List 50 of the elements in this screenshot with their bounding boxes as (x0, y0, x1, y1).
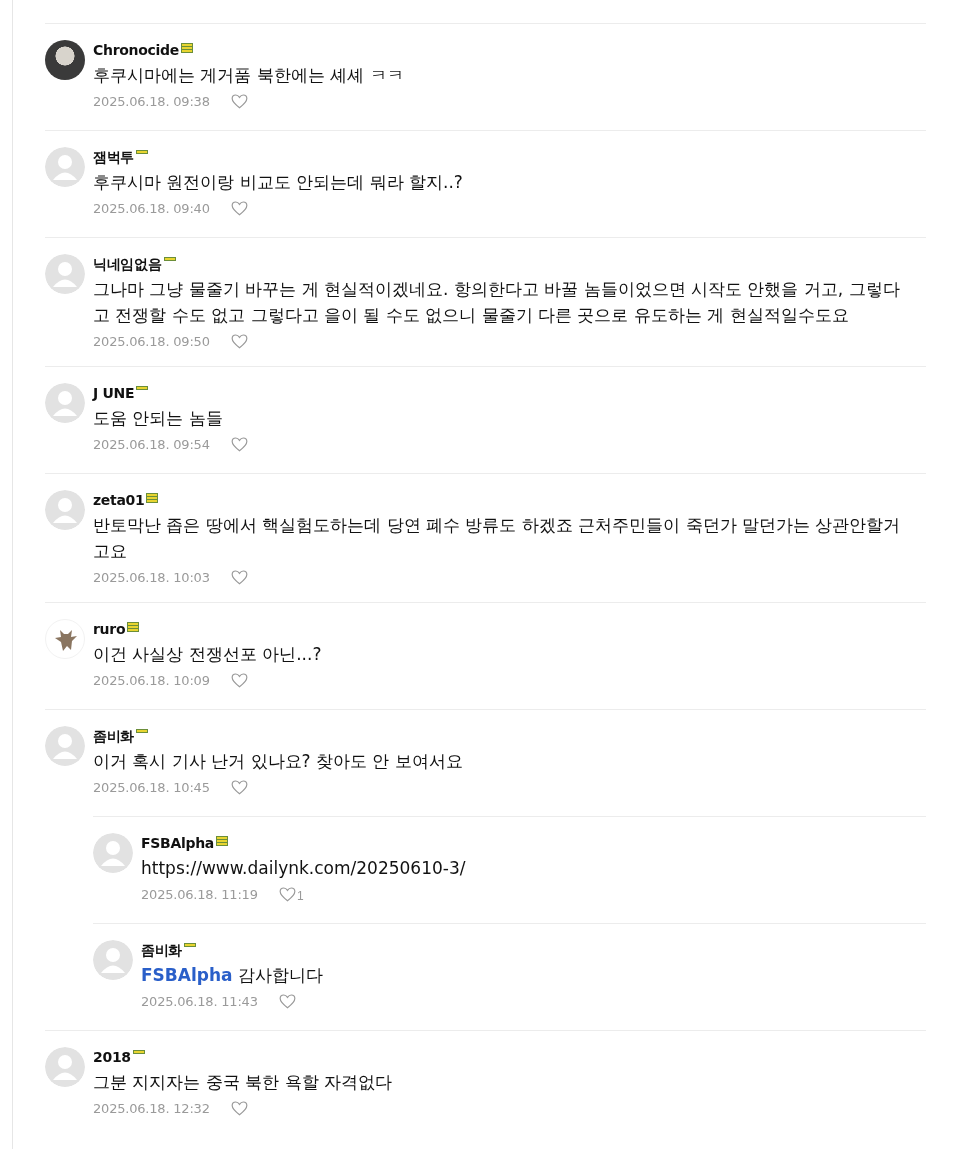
author-name[interactable]: zeta01 (93, 489, 145, 511)
author-name[interactable]: 2018 (93, 1046, 131, 1068)
author-name[interactable]: 좀비화 (93, 725, 135, 747)
comment-text: 그나마 그냥 물줄기 바꾸는 게 현실적이겠네요. 항의한다고 바꿀 놈들이었으면 시작도 안했을 거고, 그렇다고 전쟁할 수도 없고 그렇다고 을이 될 수도 없으니 물줄기 다른 곳으로 유도하는 게 현실적일수도요 (93, 278, 901, 327)
comment-date: 2025.06.18. 09:54 (93, 436, 211, 452)
author-name[interactable]: ruro (93, 618, 126, 640)
like-button[interactable] (231, 333, 248, 349)
author-name[interactable]: J UNE (93, 382, 135, 404)
comment-date: 2025.06.18. 11:19 (141, 886, 259, 902)
author-name[interactable]: FSBAlpha (141, 832, 214, 854)
comment-text: 감사합니다 (236, 965, 323, 985)
comment-text: 도움 안되는 놈들 (93, 407, 224, 430)
default-avatar-icon (45, 254, 85, 294)
comment-text: 그분 지지자는 중국 북한 욕할 자격없다 (93, 1071, 394, 1094)
comment-date: 2025.06.18. 09:50 (93, 333, 211, 349)
author-name[interactable]: Chronocide (93, 39, 179, 61)
avatar-image (45, 619, 85, 659)
default-avatar-icon (45, 383, 85, 423)
author-name[interactable]: 잼벅투 (93, 146, 135, 168)
comment-text: 후쿠시마에는 게거품 북한에는 셰셰 ㅋㅋ (93, 64, 405, 87)
default-avatar-icon (45, 147, 85, 187)
like-button[interactable] (279, 993, 296, 1009)
default-avatar-icon (93, 833, 133, 873)
comment-text: 반토막난 좁은 땅에서 핵실험도하는데 당연 폐수 방류도 하겠죠 근처주민들이 죽던가 말던가는 상관안할거고요 (93, 514, 902, 563)
comment-date: 2025.06.18. 10:03 (93, 569, 211, 585)
default-avatar-icon (45, 1047, 85, 1087)
default-avatar-icon (93, 940, 133, 980)
like-button[interactable] (231, 779, 248, 795)
default-avatar-icon (45, 726, 85, 766)
like-button[interactable] (231, 672, 248, 688)
author-name[interactable]: 닉네임없음 (93, 253, 162, 275)
comment-text: 이건 사실상 전쟁선포 아닌...? (93, 643, 323, 666)
like-button[interactable] (231, 1100, 248, 1116)
like-button[interactable] (231, 436, 248, 452)
comment-text: 후쿠시마 원전이랑 비교도 안되는데 뭐라 할지..? (93, 171, 464, 194)
like-button[interactable] (231, 200, 248, 216)
comment-date: 2025.06.18. 11:43 (141, 993, 259, 1009)
comment-text: https://www.dailynk.com/20250610-3/ (141, 857, 467, 880)
photo-placeholder (45, 40, 85, 80)
comment-text: 이거 혹시 기사 난거 있나요? 찾아도 안 보여서요 (93, 750, 464, 773)
comment-date: 2025.06.18. 09:38 (93, 93, 211, 109)
comment-date: 2025.06.18. 12:32 (93, 1100, 211, 1116)
comment-date: 2025.06.18. 09:40 (93, 200, 211, 216)
default-avatar-icon (45, 490, 85, 530)
mention-link[interactable]: FSBAlpha (141, 965, 233, 985)
author-name[interactable]: 좀비화 (141, 939, 183, 961)
like-button[interactable] (231, 93, 248, 109)
comment-date: 2025.06.18. 10:09 (93, 672, 211, 688)
like-button[interactable] (231, 569, 248, 585)
comment-date: 2025.06.18. 10:45 (93, 779, 211, 795)
